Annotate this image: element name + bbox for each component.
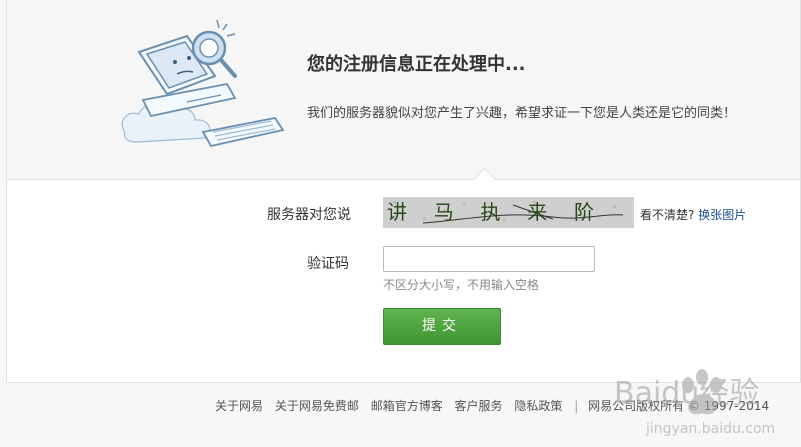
submit-button[interactable]: 提交 (383, 308, 501, 345)
verification-code-label: 验证码 (307, 256, 349, 272)
computer-illustration-icon (121, 19, 285, 148)
registration-card: 您的注册信息正在处理中... 我们的服务器貌似对您产生了兴趣，希望求证一下您是人… (6, 0, 801, 383)
baidu-jingyan-watermark: Baidu经验 jingyan.baidu.com (614, 369, 775, 437)
refresh-captcha-link[interactable]: 换张图片 (698, 208, 746, 222)
page-subtitle: 我们的服务器貌似对您产生了兴趣，希望求证一下您是人类还是它的同类！ (307, 106, 737, 121)
watermark-brand: Baidu经验 (614, 376, 759, 411)
captcha-text: 讲 马 执 来 阶 (387, 200, 602, 224)
footer-separator: | (574, 399, 579, 413)
verification-code-hint: 不区分大小写，不用输入空格 (383, 278, 540, 292)
watermark-url: jingyan.baidu.com (645, 421, 775, 437)
verification-code-input[interactable] (383, 246, 595, 272)
footer-link-official-blog[interactable]: 邮箱官方博客 (371, 399, 443, 413)
footer-link-about-netease[interactable]: 关于网易 (215, 399, 263, 413)
page-title: 您的注册信息正在处理中... (307, 54, 526, 75)
footer-link-about-free-mail[interactable]: 关于网易免费邮 (275, 399, 359, 413)
captcha-help: 看不清楚? 换张图片 (640, 206, 746, 223)
captcha-image: 讲 马 执 来 阶 (383, 197, 634, 228)
captcha-label: 服务器对您说 (267, 207, 351, 223)
footer-link-customer-service[interactable]: 客户服务 (455, 399, 503, 413)
footer-link-privacy-policy[interactable]: 隐私政策 (514, 399, 562, 413)
captcha-hint-text: 看不清楚? (640, 208, 695, 222)
